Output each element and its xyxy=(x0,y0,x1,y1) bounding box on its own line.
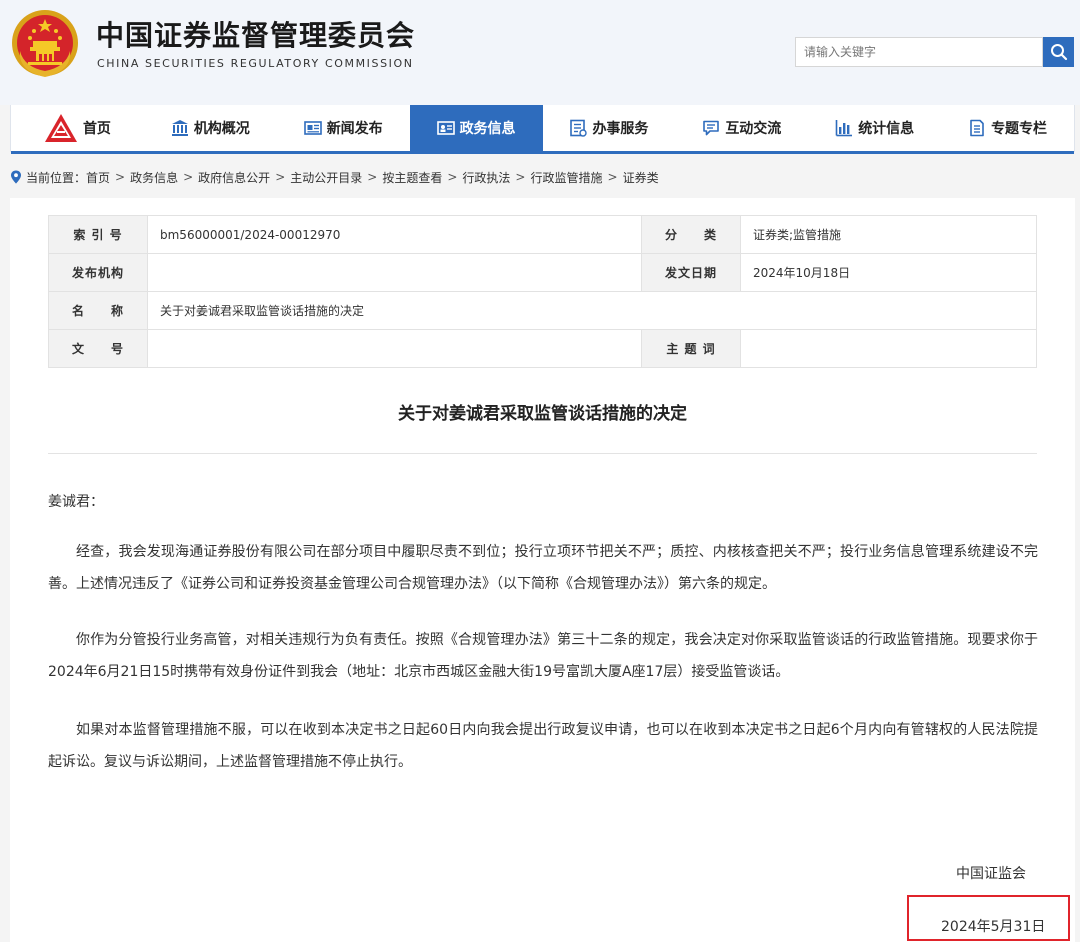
breadcrumb: 当前位置： 首页 > 政务信息 > 政府信息公开 > 主动公开目录 > 按主题查看 > 行… xyxy=(10,167,659,187)
info-card-icon xyxy=(436,121,455,135)
meta-row: 索 引 号 bm56000001/2024-00012970 分 类 证券类;监… xyxy=(48,215,1037,254)
nav-label: 政务信息 xyxy=(459,121,516,137)
breadcrumb-public-catalog[interactable]: 主动公开目录 xyxy=(290,169,362,186)
nav-item-home[interactable]: 首页 xyxy=(11,105,144,151)
name-value: 关于对姜诚君采取监管谈话措施的决定 xyxy=(147,291,1037,330)
category-label: 分 类 xyxy=(641,215,741,254)
title-divider xyxy=(48,453,1037,454)
document-title: 关于对姜诚君采取监管谈话措施的决定 xyxy=(398,404,687,424)
nav-label: 首页 xyxy=(82,121,111,137)
subject-label: 主 题 词 xyxy=(641,329,741,368)
content-panel: 索 引 号 bm56000001/2024-00012970 分 类 证券类;监… xyxy=(10,198,1075,942)
newspaper-icon xyxy=(303,121,322,135)
breadcrumb-separator: > xyxy=(447,170,458,184)
nav-item-statistics[interactable]: 统计信息 xyxy=(808,105,941,151)
nav-item-topics[interactable]: 专题专栏 xyxy=(941,105,1074,151)
nav-item-about[interactable]: 机构概况 xyxy=(144,105,277,151)
meta-row: 名 称 关于对姜诚君采取监管谈话措施的决定 xyxy=(48,291,1037,330)
breadcrumb-enforcement[interactable]: 行政执法 xyxy=(462,169,510,186)
document-meta-table: 索 引 号 bm56000001/2024-00012970 分 类 证券类;监… xyxy=(48,215,1037,368)
breadcrumb-separator: > xyxy=(183,170,194,184)
signature-organization: 中国证监会 xyxy=(956,866,1026,882)
breadcrumb-separator: > xyxy=(367,170,378,184)
nav-label: 新闻发布 xyxy=(326,121,383,137)
breadcrumb-separator: > xyxy=(115,170,126,184)
category-value: 证券类;监管措施 xyxy=(740,215,1037,254)
site-subtitle: CHINA SECURITIES REGULATORY COMMISSION xyxy=(97,57,414,70)
paragraph-findings: 经查，我会发现海通证券股份有限公司在部分项目中履职尽责不到位；投行立项环节把关不… xyxy=(48,544,1038,592)
search-button[interactable] xyxy=(1043,37,1074,67)
location-pin-icon xyxy=(11,170,21,184)
nav-label: 专题专栏 xyxy=(991,121,1048,137)
nav-label: 统计信息 xyxy=(858,121,915,137)
date-label: 发文日期 xyxy=(641,253,741,292)
breadcrumb-by-topic[interactable]: 按主题查看 xyxy=(382,169,442,186)
docno-label: 文 号 xyxy=(48,329,148,368)
paragraph-decision: 你作为分管投行业务高管，对相关违规行为负有责任。按照《合规管理办法》第三十二条的… xyxy=(48,632,1038,680)
chat-icon xyxy=(703,120,720,136)
site-header: 中国证券监督管理委员会 CHINA SECURITIES REGULATORY … xyxy=(0,0,1080,105)
issuer-label: 发布机构 xyxy=(48,253,148,292)
issuer-value xyxy=(147,253,642,292)
subject-value xyxy=(740,329,1037,368)
meta-row: 文 号 主 题 词 xyxy=(48,329,1037,368)
csrc-logo-icon xyxy=(44,114,77,142)
breadcrumb-separator: > xyxy=(607,170,618,184)
search-icon xyxy=(1050,44,1067,61)
breadcrumb-securities[interactable]: 证券类 xyxy=(623,169,659,186)
breadcrumb-home[interactable]: 首页 xyxy=(86,169,110,186)
signature-date: 2024年5月31日 xyxy=(941,919,1046,935)
national-emblem-icon[interactable] xyxy=(10,7,80,81)
nav-label: 机构概况 xyxy=(193,121,250,137)
salutation: 姜诚君： xyxy=(48,494,104,510)
document-icon xyxy=(970,119,984,137)
paragraph-appeal-rights: 如果对本监督管理措施不服，可以在收到本决定书之日起60日内向我会提出行政复议申请… xyxy=(48,722,1038,770)
nav-item-news[interactable]: 新闻发布 xyxy=(277,105,410,151)
name-label: 名 称 xyxy=(48,291,148,330)
breadcrumb-separator: > xyxy=(275,170,286,184)
search-input[interactable] xyxy=(795,37,1043,67)
nav-item-government-info[interactable]: 政务信息 xyxy=(409,105,543,151)
building-icon xyxy=(171,120,188,136)
breadcrumb-info-disclosure[interactable]: 政府信息公开 xyxy=(198,169,270,186)
service-list-icon xyxy=(570,119,588,137)
nav-label: 办事服务 xyxy=(592,121,649,137)
index-value: bm56000001/2024-00012970 xyxy=(147,215,642,254)
main-nav: 首页 机构概况 新闻发布 政务信息 办事服务 互动交流 统计信息 专题专栏 xyxy=(10,105,1075,154)
breadcrumb-prefix: 当前位置： xyxy=(26,170,87,185)
breadcrumb-government-info[interactable]: 政务信息 xyxy=(130,169,178,186)
nav-label: 互动交流 xyxy=(725,121,782,137)
meta-row: 发布机构 发文日期 2024年10月18日 xyxy=(48,253,1037,292)
date-value: 2024年10月18日 xyxy=(740,253,1037,292)
nav-item-interaction[interactable]: 互动交流 xyxy=(675,105,808,151)
nav-item-services[interactable]: 办事服务 xyxy=(543,105,676,151)
index-label: 索 引 号 xyxy=(48,215,148,254)
site-title[interactable]: 中国证券监督管理委员会 xyxy=(96,14,415,54)
bar-chart-icon xyxy=(835,120,853,137)
breadcrumb-measures[interactable]: 行政监管措施 xyxy=(530,169,602,186)
breadcrumb-separator: > xyxy=(515,170,526,184)
docno-value xyxy=(147,329,642,368)
